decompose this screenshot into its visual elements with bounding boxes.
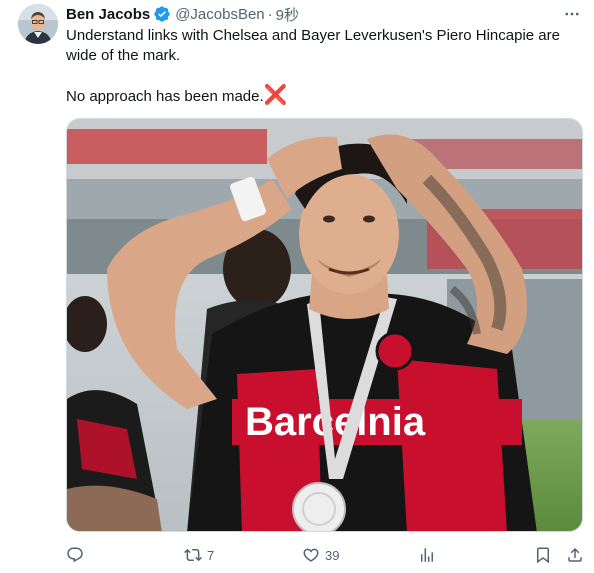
more-button[interactable]: [562, 4, 582, 24]
like-button[interactable]: 39: [302, 543, 339, 567]
shirt-sponsor-text: Barcelnia: [245, 400, 426, 444]
retweet-button[interactable]: 7: [184, 543, 214, 567]
tweet-text: Understand links with Chelsea and Bayer …: [66, 26, 586, 107]
tweet-header: Ben Jacobs @JacobsBen · 9秒: [66, 4, 299, 24]
share-button[interactable]: [566, 543, 584, 567]
tweet: Ben Jacobs @JacobsBen · 9秒 Understand li…: [0, 0, 594, 573]
share-icon: [568, 547, 582, 562]
author-handle[interactable]: @JacobsBen: [175, 6, 264, 23]
tweet-line-1: Understand links with Chelsea and Bayer …: [66, 27, 560, 64]
views-button[interactable]: [418, 543, 441, 567]
views-icon: [421, 548, 433, 562]
verified-badge-icon: [153, 5, 171, 23]
more-icon: [565, 12, 579, 16]
action-bar: 7 39: [66, 543, 586, 567]
retweet-icon: [184, 548, 202, 562]
bookmark-icon: [537, 547, 549, 564]
tweet-line-2: No approach has been made.❌: [66, 86, 586, 107]
reply-button[interactable]: [66, 543, 89, 567]
retweet-count: 7: [207, 547, 215, 563]
bookmark-button[interactable]: [534, 543, 552, 567]
cross-mark-emoji: ❌: [263, 85, 288, 106]
tweet-line-2-text: No approach has been made.: [66, 88, 264, 105]
tweet-photo[interactable]: Barcelnia: [66, 118, 583, 532]
separator-dot: ·: [267, 5, 273, 23]
timestamp[interactable]: 9秒: [276, 4, 299, 25]
avatar[interactable]: [18, 4, 58, 44]
like-icon: [303, 548, 319, 562]
author-name[interactable]: Ben Jacobs: [66, 6, 150, 23]
like-count: 39: [325, 547, 340, 563]
reply-icon: [67, 547, 83, 563]
